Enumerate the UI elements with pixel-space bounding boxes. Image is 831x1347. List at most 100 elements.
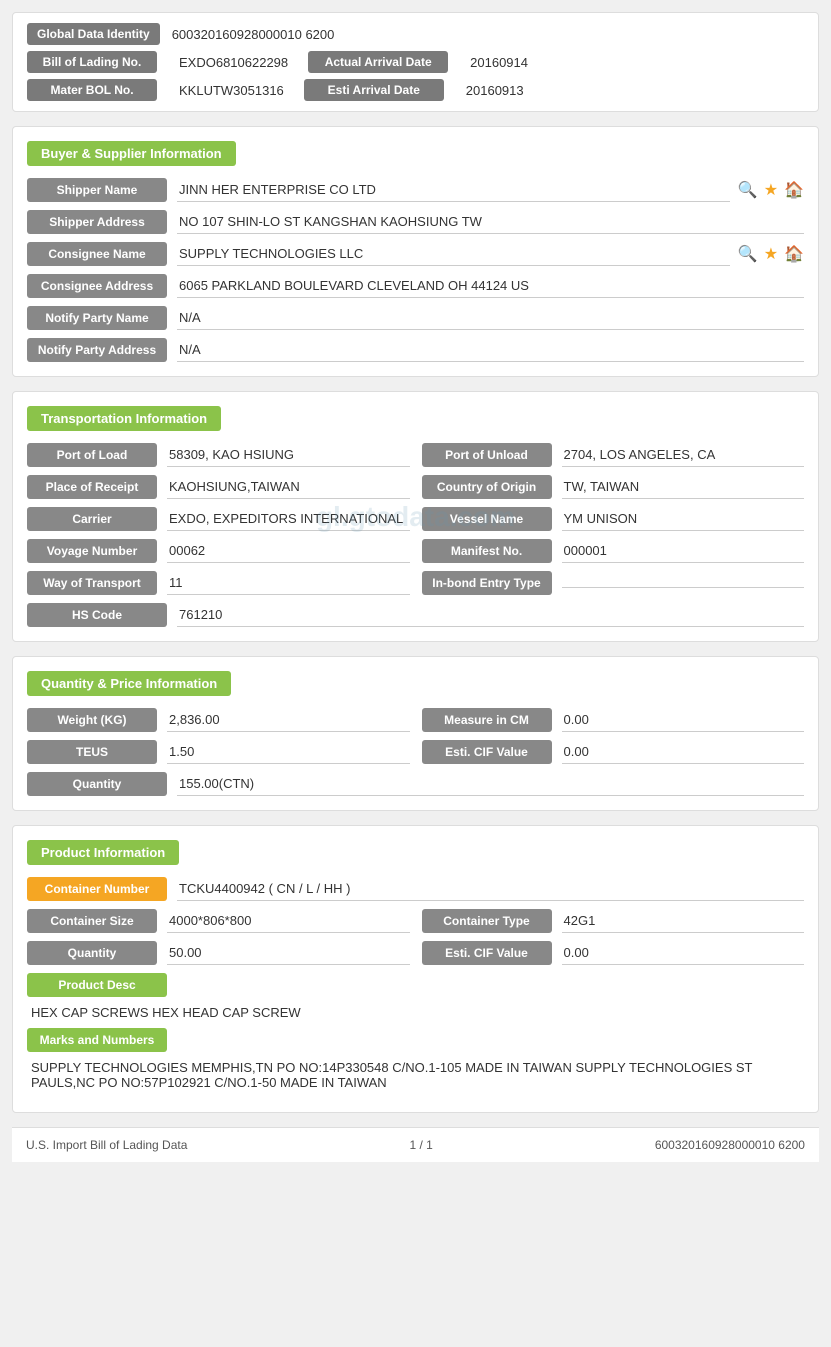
country-of-origin-label: Country of Origin [422, 475, 552, 499]
receipt-origin-row: Place of Receipt KAOHSIUNG,TAIWAN Countr… [27, 475, 804, 499]
quantity-price-section: Quantity & Price Information Weight (KG)… [12, 656, 819, 811]
mater-bol-row: Mater BOL No. KKLUTW3051316 Esti Arrival… [27, 79, 804, 101]
transport-inbond-row: Way of Transport 11 In-bond Entry Type [27, 571, 804, 595]
voyage-number-label: Voyage Number [27, 539, 157, 563]
shipper-address-row: Shipper Address NO 107 SHIN-LO ST KANGSH… [27, 210, 804, 234]
container-type-col: Container Type 42G1 [422, 909, 805, 933]
notify-party-name-label: Notify Party Name [27, 306, 167, 330]
vessel-name-value: YM UNISON [562, 507, 805, 531]
shipper-home-icon[interactable]: 🏠 [784, 180, 804, 200]
footer-center: 1 / 1 [409, 1138, 432, 1152]
shipper-name-row: Shipper Name JINN HER ENTERPRISE CO LTD … [27, 178, 804, 202]
transportation-title: Transportation Information [27, 406, 221, 431]
container-size-value: 4000*806*800 [167, 909, 410, 933]
mater-bol-value: KKLUTW3051316 [179, 83, 284, 98]
bol-row: Bill of Lading No. EXDO6810622298 Actual… [27, 51, 804, 73]
global-data-identity-row: Global Data Identity 600320160928000010 … [27, 23, 804, 45]
place-of-receipt-col: Place of Receipt KAOHSIUNG,TAIWAN [27, 475, 410, 499]
port-of-load-label: Port of Load [27, 443, 157, 467]
bill-of-lading-value: EXDO6810622298 [179, 55, 288, 70]
notify-party-address-value: N/A [177, 338, 804, 362]
measure-in-cm-label: Measure in CM [422, 708, 552, 732]
quantity-row: Quantity 155.00(CTN) [27, 772, 804, 796]
notify-party-address-row: Notify Party Address N/A [27, 338, 804, 362]
bill-of-lading-label: Bill of Lading No. [27, 51, 157, 73]
shipper-address-label: Shipper Address [27, 210, 167, 234]
country-of-origin-col: Country of Origin TW, TAIWAN [422, 475, 805, 499]
container-number-value: TCKU4400942 ( CN / L / HH ) [177, 877, 804, 901]
shipper-name-value: JINN HER ENTERPRISE CO LTD [177, 178, 730, 202]
consignee-name-label: Consignee Name [27, 242, 167, 266]
global-data-identity-value: 600320160928000010 6200 [172, 27, 335, 42]
teus-col: TEUS 1.50 [27, 740, 410, 764]
product-qty-esti-row: Quantity 50.00 Esti. CIF Value 0.00 [27, 941, 804, 965]
esti-arrival-date-value: 20160913 [466, 83, 524, 98]
port-of-load-value: 58309, KAO HSIUNG [167, 443, 410, 467]
container-size-type-row: Container Size 4000*806*800 Container Ty… [27, 909, 804, 933]
country-of-origin-value: TW, TAIWAN [562, 475, 805, 499]
container-size-label: Container Size [27, 909, 157, 933]
carrier-value: EXDO, EXPEDITORS INTERNATIONAL [167, 507, 410, 531]
place-of-receipt-label: Place of Receipt [27, 475, 157, 499]
consignee-address-row: Consignee Address 6065 PARKLAND BOULEVAR… [27, 274, 804, 298]
notify-party-name-row: Notify Party Name N/A [27, 306, 804, 330]
way-of-transport-value: 11 [167, 571, 410, 595]
buyer-supplier-title: Buyer & Supplier Information [27, 141, 236, 166]
voyage-number-col: Voyage Number 00062 [27, 539, 410, 563]
carrier-label: Carrier [27, 507, 157, 531]
manifest-no-col: Manifest No. 000001 [422, 539, 805, 563]
weight-kg-value: 2,836.00 [167, 708, 410, 732]
in-bond-entry-type-value [562, 579, 805, 588]
quantity-value: 155.00(CTN) [177, 772, 804, 796]
container-type-value: 42G1 [562, 909, 805, 933]
esti-arrival-date-label: Esti Arrival Date [304, 79, 444, 101]
container-size-col: Container Size 4000*806*800 [27, 909, 410, 933]
footer: U.S. Import Bill of Lading Data 1 / 1 60… [12, 1127, 819, 1162]
footer-left: U.S. Import Bill of Lading Data [26, 1138, 187, 1152]
product-desc-text: HEX CAP SCREWS HEX HEAD CAP SCREW [31, 1005, 800, 1020]
product-qty-value: 50.00 [167, 941, 410, 965]
esti-cif-label: Esti. CIF Value [422, 740, 552, 764]
shipper-name-label: Shipper Name [27, 178, 167, 202]
port-of-unload-col: Port of Unload 2704, LOS ANGELES, CA [422, 443, 805, 467]
mater-bol-sub: Mater BOL No. KKLUTW3051316 [27, 79, 284, 101]
bol-sub: Bill of Lading No. EXDO6810622298 [27, 51, 288, 73]
vessel-name-col: Vessel Name YM UNISON [422, 507, 805, 531]
hs-code-value: 761210 [177, 603, 804, 627]
teus-value: 1.50 [167, 740, 410, 764]
esti-cif-col: Esti. CIF Value 0.00 [422, 740, 805, 764]
shipper-star-icon[interactable]: ★ [764, 180, 778, 200]
way-of-transport-col: Way of Transport 11 [27, 571, 410, 595]
global-data-identity-label: Global Data Identity [27, 23, 160, 45]
marks-and-numbers-label: Marks and Numbers [27, 1028, 167, 1052]
product-qty-col: Quantity 50.00 [27, 941, 410, 965]
hs-code-label: HS Code [27, 603, 167, 627]
port-of-load-col: Port of Load 58309, KAO HSIUNG [27, 443, 410, 467]
product-esti-label: Esti. CIF Value [422, 941, 552, 965]
port-row: Port of Load 58309, KAO HSIUNG Port of U… [27, 443, 804, 467]
in-bond-entry-type-label: In-bond Entry Type [422, 571, 552, 595]
consignee-address-value: 6065 PARKLAND BOULEVARD CLEVELAND OH 441… [177, 274, 804, 298]
product-esti-col: Esti. CIF Value 0.00 [422, 941, 805, 965]
esti-arrival-sub: Esti Arrival Date 20160913 [304, 79, 524, 101]
product-qty-label: Quantity [27, 941, 157, 965]
consignee-home-icon[interactable]: 🏠 [784, 244, 804, 264]
actual-arrival-date-label: Actual Arrival Date [308, 51, 448, 73]
shipper-search-icon[interactable]: 🔍 [738, 180, 758, 200]
place-of-receipt-value: KAOHSIUNG,TAIWAN [167, 475, 410, 499]
product-esti-value: 0.00 [562, 941, 805, 965]
consignee-search-icon[interactable]: 🔍 [738, 244, 758, 264]
measure-in-cm-value: 0.00 [562, 708, 805, 732]
actual-arrival-date-value: 20160914 [470, 55, 528, 70]
carrier-vessel-row: Carrier EXDO, EXPEDITORS INTERNATIONAL V… [27, 507, 804, 531]
product-desc-label-row: Product Desc [27, 973, 804, 997]
port-of-unload-label: Port of Unload [422, 443, 552, 467]
vessel-name-label: Vessel Name [422, 507, 552, 531]
esti-cif-value: 0.00 [562, 740, 805, 764]
measure-in-cm-col: Measure in CM 0.00 [422, 708, 805, 732]
shipper-address-value: NO 107 SHIN-LO ST KANGSHAN KAOHSIUNG TW [177, 210, 804, 234]
product-desc-label: Product Desc [27, 973, 167, 997]
consignee-address-label: Consignee Address [27, 274, 167, 298]
consignee-star-icon[interactable]: ★ [764, 244, 778, 264]
hs-code-row: HS Code 761210 [27, 603, 804, 627]
